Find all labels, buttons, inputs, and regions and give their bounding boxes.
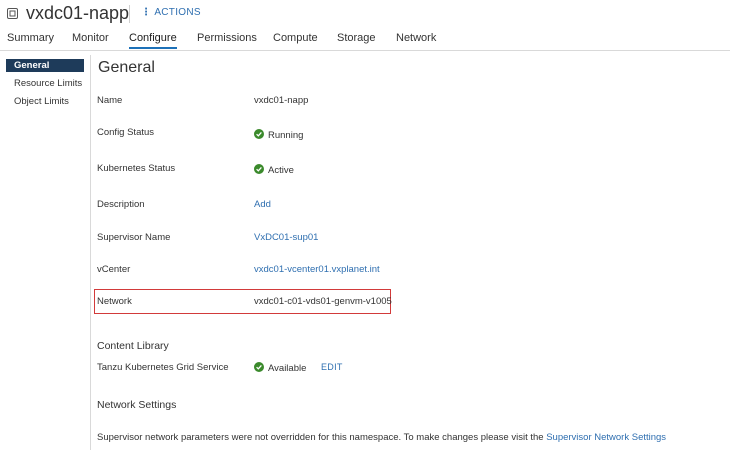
name-label: Name [97,95,123,106]
vcenter-link[interactable]: vxdc01-vcenter01.vxplanet.int [254,264,380,275]
sidebar-item-resource-limits[interactable]: Resource Limits [6,77,84,90]
tab-monitor[interactable]: Monitor [72,32,109,49]
description-label: Description [97,199,145,210]
supervisor-network-settings-link[interactable]: Supervisor Network Settings [546,432,666,443]
network-settings-note-text: Supervisor network parameters were not o… [97,432,544,443]
configure-sidebar: General Resource Limits Object Limits [0,55,91,450]
check-circle-icon [254,164,264,174]
page-title: vxdc01-napp [26,3,130,23]
name-value: vxdc01-napp [254,95,309,106]
network-value: vxdc01-c01-vds01-genvm-v1005 [254,296,392,307]
tab-summary[interactable]: Summary [7,32,54,49]
network-settings-heading: Network Settings [97,399,177,411]
tkg-service-status-text: Available [268,363,307,374]
supervisor-name-label: Supervisor Name [97,232,171,243]
config-status-label: Config Status [97,127,155,138]
add-description-link[interactable]: Add [254,199,271,210]
edit-content-library-button[interactable]: EDIT [321,362,343,372]
tkg-service-status: Available [254,362,306,374]
supervisor-name-link[interactable]: VxDC01-sup01 [254,232,318,243]
network-label: Network [97,296,132,307]
check-circle-icon [254,129,264,139]
network-settings-note: Supervisor network parameters were not o… [97,432,666,443]
tab-bar: Summary Monitor Configure Permissions Co… [0,32,730,51]
header-divider [129,5,130,23]
tab-storage[interactable]: Storage [337,32,376,49]
vcenter-label: vCenter [97,264,131,275]
check-circle-icon [254,362,264,372]
sidebar-item-object-limits[interactable]: Object Limits [6,95,84,108]
kubernetes-status-label: Kubernetes Status [97,163,176,174]
kubernetes-status-value: Active [254,164,294,176]
tab-network[interactable]: Network [396,32,436,49]
more-vertical-icon: ⋮ [141,7,152,18]
content-library-heading: Content Library [97,340,169,352]
config-status-text: Running [268,130,304,141]
tkg-service-label: Tanzu Kubernetes Grid Service [97,362,229,373]
section-title: General [98,59,155,76]
actions-menu-button[interactable]: ⋮ ACTIONS [141,7,201,18]
tab-configure[interactable]: Configure [129,32,177,49]
tab-compute[interactable]: Compute [273,32,318,49]
config-status-value: Running [254,129,303,141]
namespace-icon [7,8,18,19]
tab-permissions[interactable]: Permissions [197,32,257,49]
object-header: vxdc01-napp ⋮ ACTIONS Summary Monitor Con… [0,0,730,51]
actions-label: ACTIONS [154,7,201,18]
sidebar-item-general[interactable]: General [6,59,84,72]
kubernetes-status-text: Active [268,165,294,176]
